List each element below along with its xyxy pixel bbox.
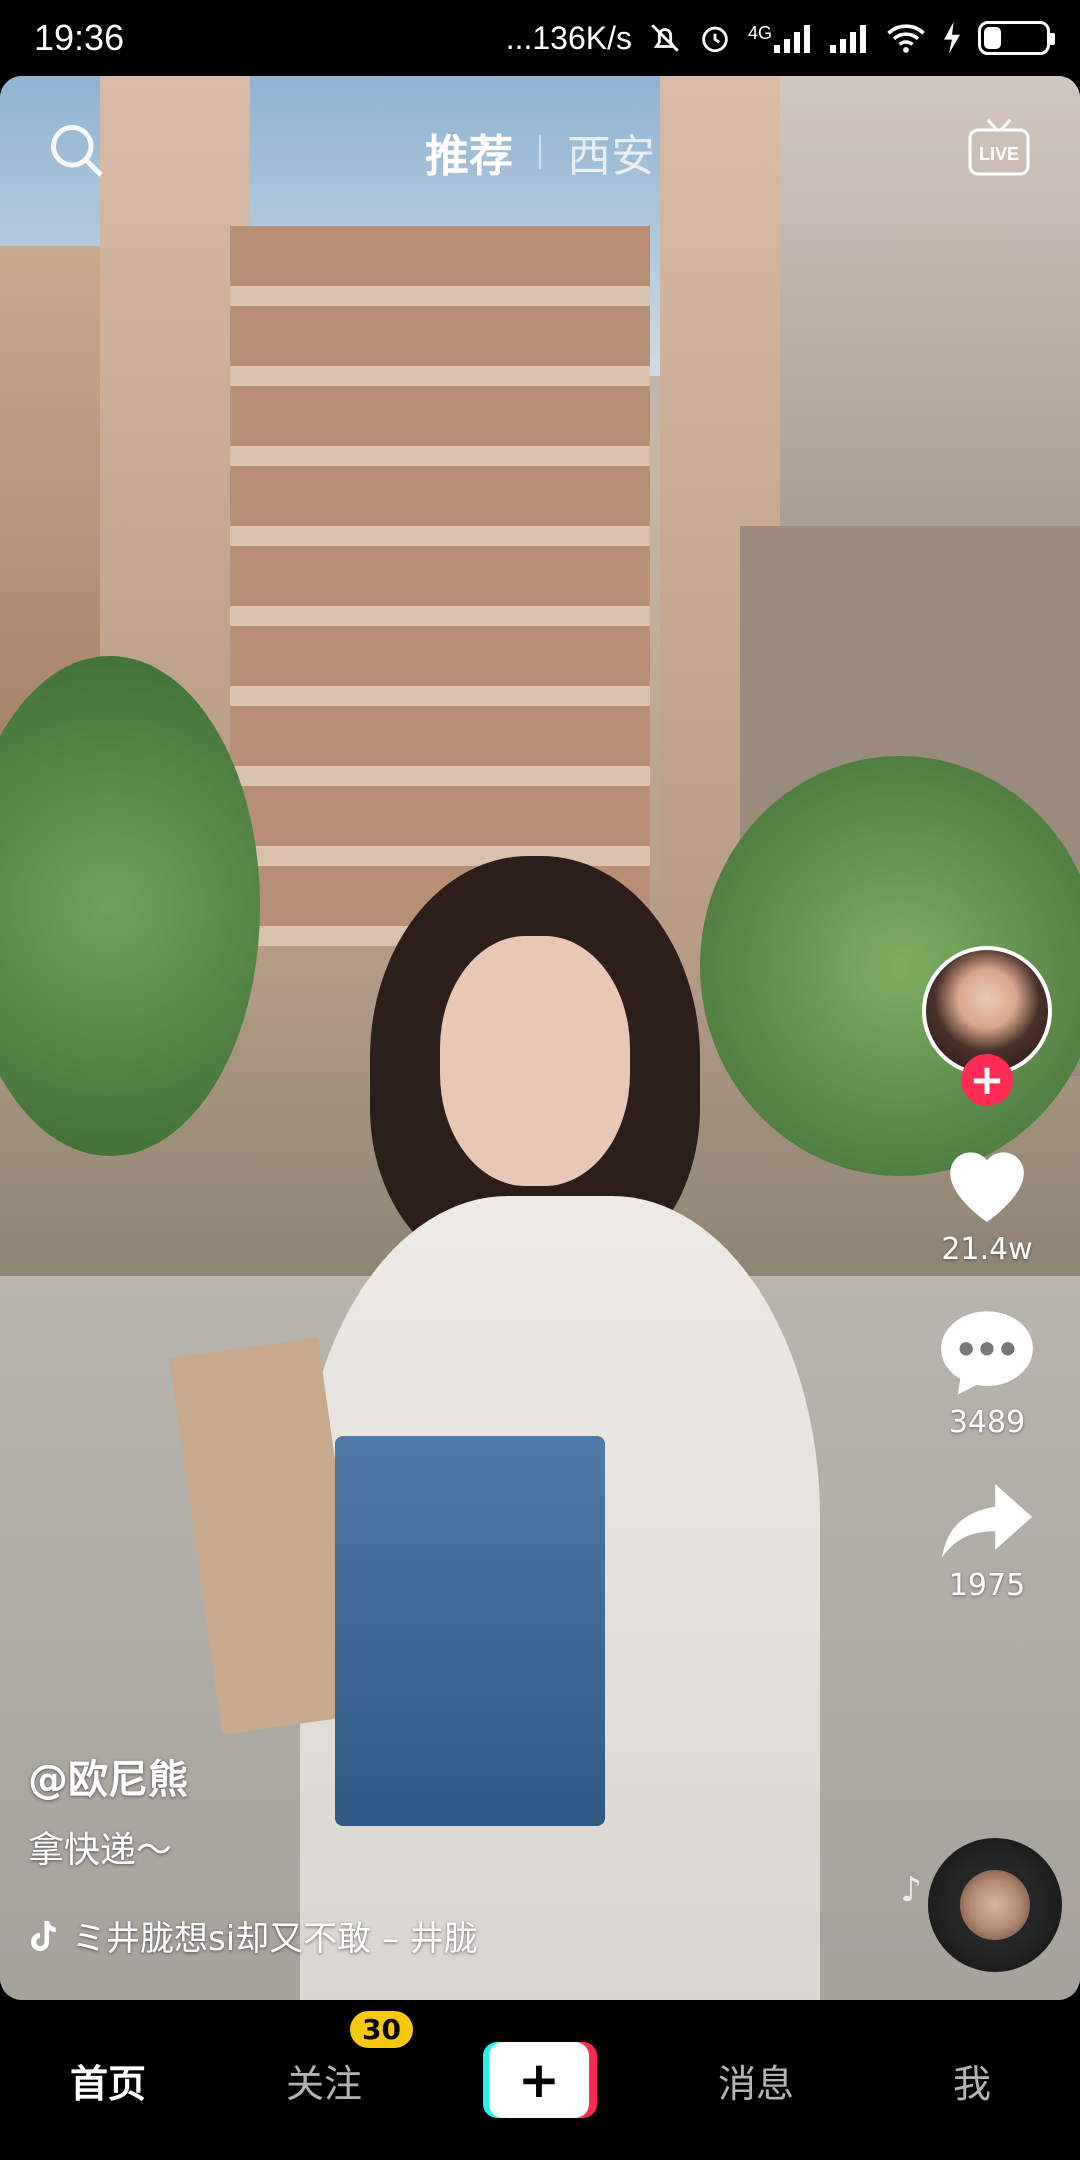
tab-city[interactable]: 西安 (567, 120, 655, 184)
tab-divider (539, 135, 541, 169)
like-button[interactable]: 21.4w (937, 1136, 1037, 1267)
nav-follow[interactable]: 关注 30 (216, 2010, 432, 2108)
nav-me[interactable]: 我 (864, 2053, 1080, 2108)
action-rail: + 21.4w 3489 1975 (912, 946, 1062, 1603)
heart-icon (950, 1152, 1024, 1222)
top-nav: 推荐 西安 LIVE (0, 100, 1080, 190)
follow-plus-button[interactable]: + (961, 1054, 1013, 1106)
building-center (230, 226, 650, 946)
music-disc-button[interactable] (928, 1838, 1062, 1972)
follow-badge: 30 (350, 2010, 413, 2048)
wifi-icon (886, 22, 926, 54)
comment-count: 3489 (948, 1405, 1026, 1440)
plus-icon: + (489, 2042, 589, 2118)
tab-recommend[interactable]: 推荐 (425, 120, 513, 184)
battery-level (984, 27, 1001, 49)
bottom-nav: 首页 关注 30 + 消息 我 (0, 2000, 1080, 2160)
battery-indicator: 25 (978, 21, 1055, 55)
add-video-button[interactable]: + (483, 2042, 597, 2118)
live-tv-icon: LIVE (968, 118, 1030, 176)
feed-tabs: 推荐 西安 (0, 120, 1080, 184)
author-name[interactable]: @欧尼熊 (28, 1747, 828, 1805)
mute-icon (648, 21, 682, 55)
nav-add[interactable]: + (432, 2042, 648, 2118)
nav-follow-label: 关注 (285, 2061, 362, 2106)
author-avatar-button[interactable]: + (919, 946, 1055, 1106)
status-bar: 19:36 ...136K/s 4G 25 (0, 0, 1080, 76)
music-info[interactable]: ミ井胧想si却又不敢 – 井胧 (28, 1911, 828, 1960)
share-count: 1975 (948, 1568, 1026, 1603)
tiktok-note-icon (31, 1920, 56, 1951)
video-description: 拿快递～ (28, 1830, 173, 1871)
music-note-icon: ♪ (900, 1870, 922, 1910)
video-caption: @欧尼熊 拿快递～ ミ井胧想si却又不敢 – 井胧 (28, 1747, 828, 1960)
alarm-icon (698, 21, 732, 55)
video-player[interactable]: 推荐 西安 LIVE + 21.4w 3489 1975 ♪ @欧尼熊 拿快递～… (0, 76, 1080, 2000)
signal-icon (830, 23, 870, 53)
share-arrow-icon (941, 1484, 1033, 1558)
status-time: 19:36 (34, 17, 125, 58)
live-label: LIVE (979, 144, 1019, 164)
battery-percent: 25 (1001, 25, 1027, 50)
live-button[interactable]: LIVE (964, 114, 1034, 184)
person-face (440, 936, 630, 1186)
nav-messages[interactable]: 消息 (648, 2053, 864, 2108)
comment-icon (941, 1311, 1033, 1395)
music-title: ミ井胧想si却又不敢 – 井胧 (72, 1919, 478, 1959)
status-icons: ...136K/s 4G 25 (505, 19, 1055, 57)
like-count: 21.4w (941, 1232, 1033, 1267)
nav-home[interactable]: 首页 (0, 2053, 216, 2108)
signal-4g-icon: 4G (748, 23, 814, 53)
music-cover (960, 1870, 1030, 1940)
charging-icon (942, 22, 962, 54)
network-speed: ...136K/s (505, 19, 632, 56)
share-button[interactable]: 1975 (937, 1480, 1037, 1603)
comment-button[interactable]: 3489 (937, 1307, 1037, 1440)
signal-4g-label: 4G (747, 23, 772, 43)
